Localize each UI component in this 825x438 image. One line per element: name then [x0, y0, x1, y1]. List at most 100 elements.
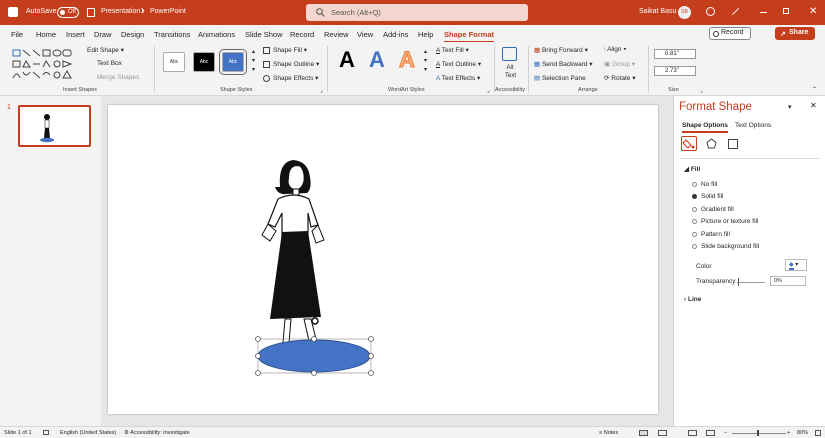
tab-view[interactable]: View: [357, 30, 373, 39]
zoom-level[interactable]: 80%: [797, 430, 808, 436]
tab-design[interactable]: Design: [121, 30, 144, 39]
shapes-gallery-icon[interactable]: [11, 47, 81, 81]
search-box[interactable]: Search (Alt+Q): [306, 4, 528, 21]
pen-icon[interactable]: [731, 7, 740, 16]
share-button[interactable]: ↗ Share: [775, 27, 816, 40]
diamond-icon[interactable]: [706, 7, 715, 16]
effects-pentagon-icon[interactable]: [706, 138, 717, 151]
wordart-style-blue[interactable]: A: [369, 47, 385, 73]
align-button[interactable]: ⫶ Align ▾: [604, 46, 627, 54]
dialog-launcher-icon[interactable]: ⌟: [320, 87, 323, 94]
slideshow-icon[interactable]: [706, 430, 715, 436]
powerpoint-logo-icon: [8, 7, 18, 17]
toggle-state: Off: [68, 9, 76, 15]
spelling-icon[interactable]: [43, 430, 49, 435]
tab-file[interactable]: File: [11, 30, 23, 39]
alt-text-icon[interactable]: [502, 47, 517, 61]
text-box-button[interactable]: Text Box: [97, 60, 122, 67]
restore-icon[interactable]: [783, 8, 789, 14]
radio-slide-background-fill[interactable]: [692, 244, 697, 249]
style-swatch-black[interactable]: Abc: [193, 52, 215, 72]
color-picker-button[interactable]: ◆ ▾: [785, 259, 807, 271]
zoom-slider-handle[interactable]: [757, 430, 759, 436]
tab-insert[interactable]: Insert: [66, 30, 85, 39]
text-outline-button[interactable]: A Text Outline ▾: [436, 60, 481, 68]
tab-draw[interactable]: Draw: [94, 30, 112, 39]
shape-outline-button[interactable]: Shape Outline ▾: [263, 60, 319, 68]
wordart-style-black[interactable]: A: [339, 47, 355, 73]
wordart-scroll-arrows[interactable]: ▴ ▾ ▾: [424, 48, 427, 75]
send-backward-button[interactable]: ▦ Send Backward ▾: [534, 60, 593, 68]
bring-forward-button[interactable]: ▦ Bring Forward ▾: [534, 46, 588, 54]
label-solid-fill: Solid fill: [701, 193, 724, 200]
shape-height-input[interactable]: 0.81": [654, 49, 696, 59]
fit-slide-icon[interactable]: [815, 430, 821, 436]
transparency-slider[interactable]: [737, 282, 765, 283]
tab-slide-show[interactable]: Slide Show: [245, 30, 283, 39]
dialog-launcher-icon[interactable]: ⌟: [487, 87, 490, 94]
save-icon[interactable]: [87, 8, 95, 17]
edit-shape-button[interactable]: Edit Shape ▾: [87, 46, 124, 54]
tab-record[interactable]: Record: [290, 30, 314, 39]
line-section-header[interactable]: › Line: [684, 296, 701, 303]
shape-width-input[interactable]: 2.73": [654, 66, 696, 76]
text-fill-button[interactable]: A Text Fill ▾: [436, 46, 469, 54]
record-button[interactable]: Record: [709, 27, 751, 40]
style-swatch-blue[interactable]: Abc: [219, 49, 247, 75]
close-pane-icon[interactable]: ✕: [810, 101, 817, 110]
tab-review[interactable]: Review: [324, 30, 349, 39]
styles-scroll-arrows[interactable]: ▴ ▾ ▾: [252, 48, 255, 75]
slide-canvas[interactable]: [108, 105, 658, 414]
tab-help[interactable]: Help: [418, 30, 433, 39]
selected-ellipse[interactable]: [255, 336, 374, 376]
transparency-input[interactable]: 0%: [770, 276, 806, 286]
tab-text-options[interactable]: Text Options: [735, 122, 771, 129]
accessibility-status[interactable]: ⚙ Accessibility: Investigate: [124, 430, 190, 436]
normal-view-icon[interactable]: [639, 430, 648, 436]
paint-bucket-icon: [263, 47, 270, 54]
wordart-style-orange[interactable]: A: [399, 47, 416, 73]
fill-line-icon[interactable]: [681, 136, 697, 151]
zoom-slider[interactable]: [732, 433, 786, 434]
rotate-button[interactable]: ⟳ Rotate ▾: [604, 74, 636, 82]
radio-pattern-fill[interactable]: [692, 232, 697, 237]
menu-bar: File Home Insert Draw Design Transitions…: [0, 25, 825, 43]
autosave-toggle[interactable]: Off: [57, 7, 79, 18]
shape-effects-button[interactable]: Shape Effects ▾: [263, 74, 318, 82]
color-label: Color: [696, 263, 712, 270]
tab-transitions[interactable]: Transitions: [154, 30, 190, 39]
group-label-wordart-styles: WordArt Styles: [388, 87, 425, 93]
radio-solid-fill[interactable]: [692, 194, 697, 199]
radio-picture-fill[interactable]: [692, 219, 697, 224]
pane-options-chevron-icon[interactable]: ▾: [788, 103, 792, 111]
zoom-in-icon[interactable]: +: [787, 430, 790, 436]
text-effects-button[interactable]: A Text Effects ▾: [436, 74, 480, 82]
reading-view-icon[interactable]: [688, 430, 697, 436]
close-icon[interactable]: ✕: [809, 6, 817, 17]
search-icon: [316, 8, 325, 17]
slide-sorter-icon[interactable]: [658, 430, 667, 436]
tab-home[interactable]: Home: [36, 30, 56, 39]
shape-fill-button[interactable]: Shape Fill ▾: [263, 46, 307, 54]
size-properties-icon[interactable]: [728, 139, 738, 149]
radio-gradient-fill[interactable]: [692, 207, 697, 212]
selection-pane-button[interactable]: ▤ Selection Pane: [534, 74, 586, 82]
slide-thumbnail[interactable]: [18, 105, 91, 147]
tab-shape-options[interactable]: Shape Options: [682, 122, 728, 133]
avatar[interactable]: SB: [678, 6, 691, 19]
minimize-icon[interactable]: [760, 12, 767, 13]
alt-text-button[interactable]: Alt Text: [505, 64, 516, 80]
notes-button[interactable]: ≡ Notes: [599, 430, 618, 436]
tab-animations[interactable]: Animations: [198, 30, 235, 39]
radio-no-fill[interactable]: [692, 182, 697, 187]
woman-illustration[interactable]: [261, 160, 325, 344]
dialog-launcher-icon[interactable]: ⌟: [700, 87, 703, 94]
style-swatch-white[interactable]: Abc: [163, 52, 185, 72]
tab-add-ins[interactable]: Add-ins: [383, 30, 408, 39]
fill-section-header[interactable]: ◢ Fill: [684, 165, 700, 173]
slider-handle[interactable]: [738, 278, 739, 286]
effects-icon: [263, 75, 270, 82]
collapse-ribbon-icon[interactable]: ⌃: [812, 86, 817, 93]
language-status[interactable]: English (United States): [60, 430, 116, 436]
zoom-out-icon[interactable]: −: [724, 430, 727, 436]
